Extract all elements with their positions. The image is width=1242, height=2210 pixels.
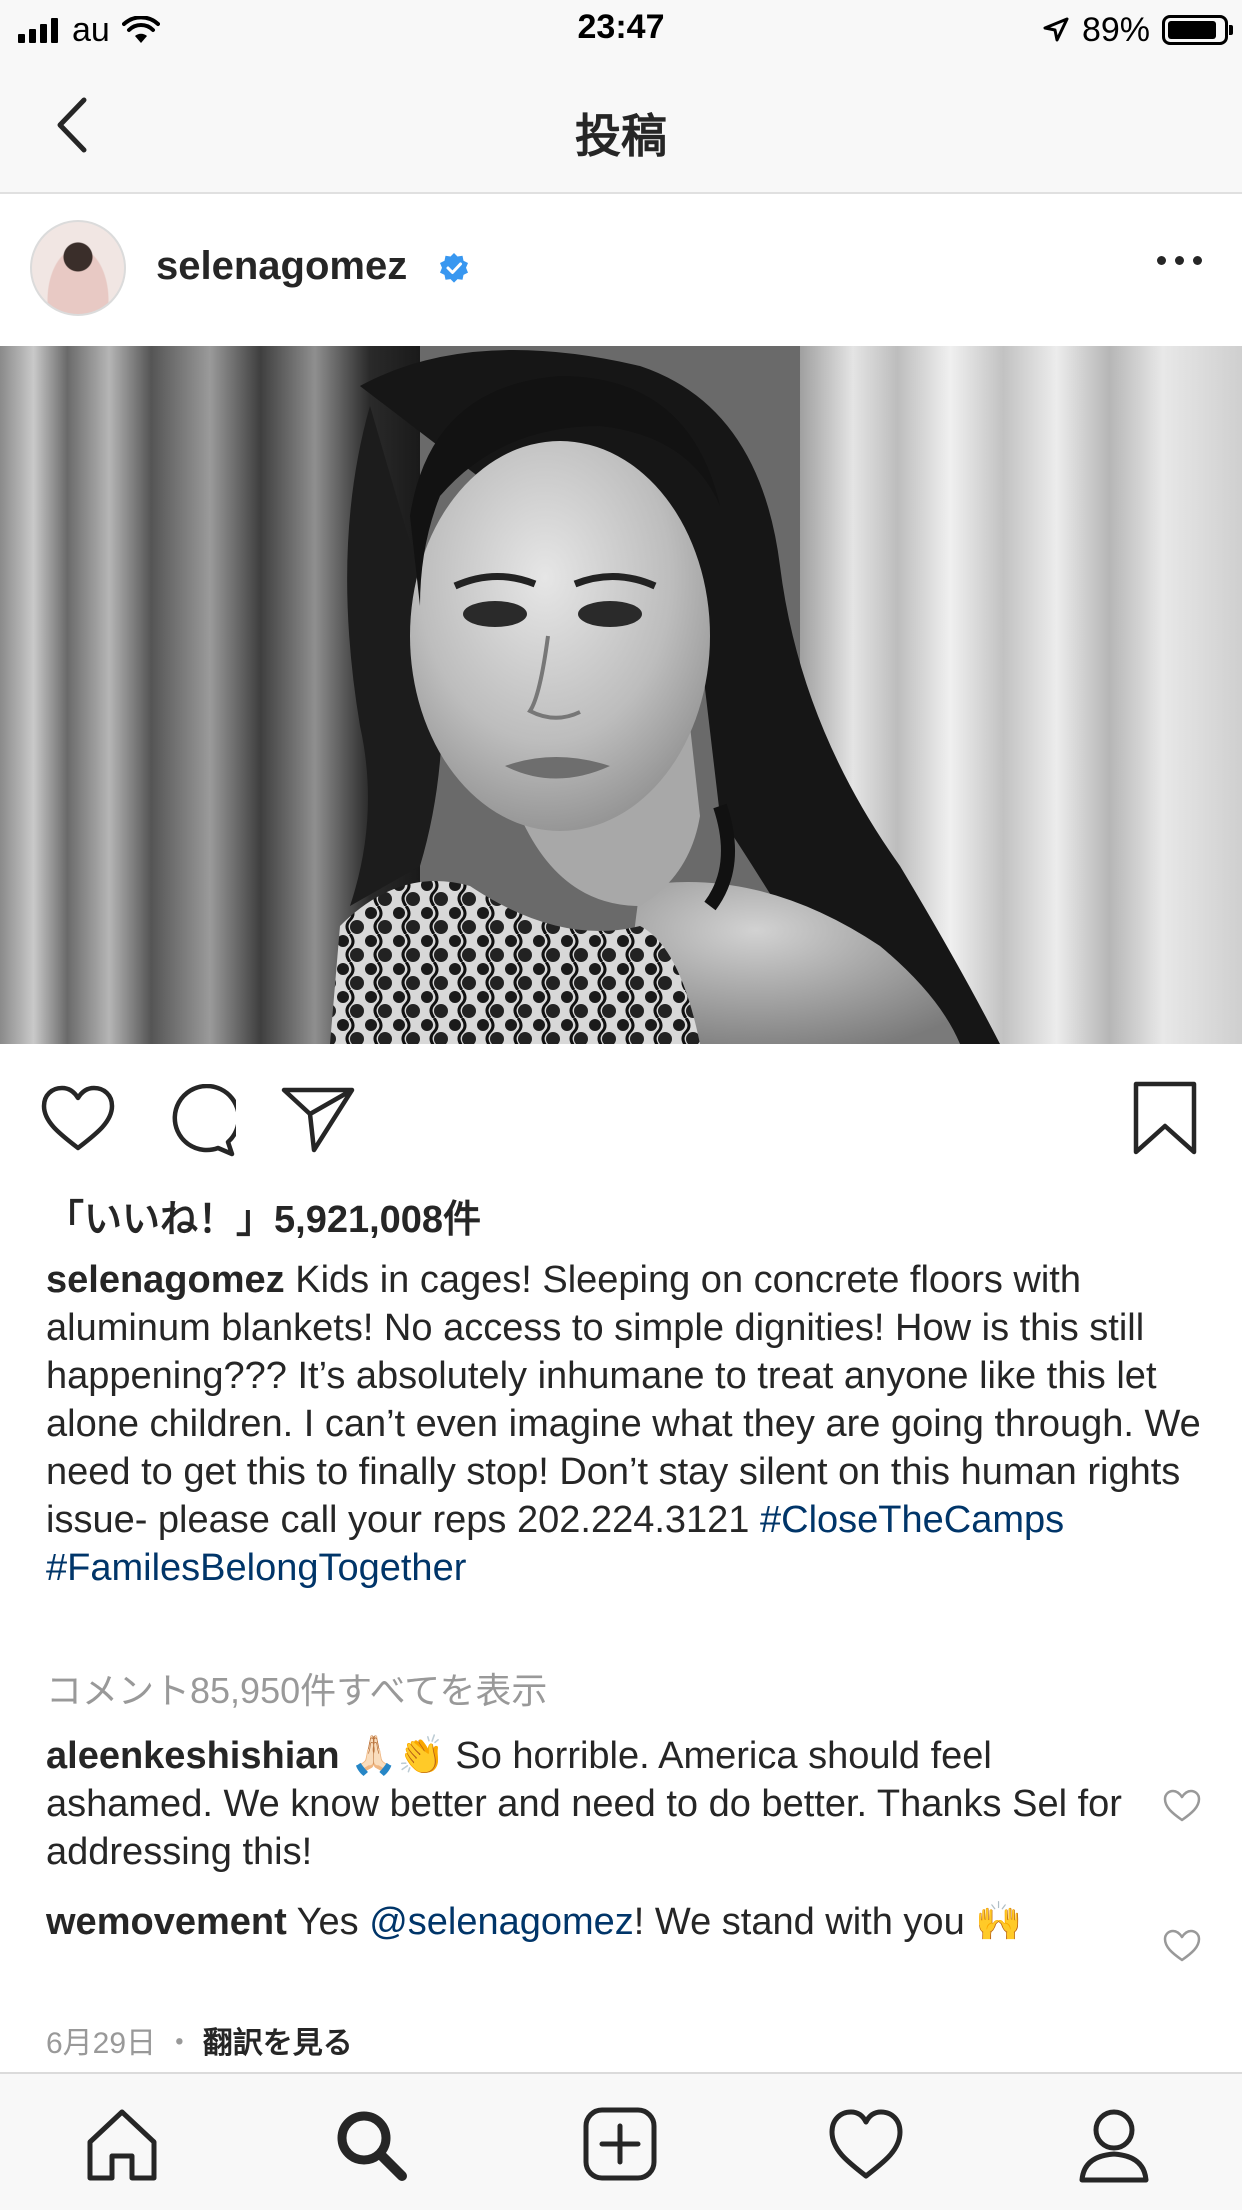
more-options-icon[interactable]: [1157, 256, 1202, 265]
comment-emoji: 🙌: [975, 1901, 1023, 1943]
nav-bar: 投稿: [0, 60, 1242, 194]
page-title: 投稿: [575, 110, 667, 162]
tab-bar: [0, 2072, 1242, 2210]
hashtag-families-belong-together[interactable]: #FamilesBelongTogether: [46, 1547, 466, 1589]
avatar[interactable]: [30, 220, 126, 316]
caption-username[interactable]: selenagomez: [46, 1259, 285, 1301]
view-all-comments-link[interactable]: コメント85,950件すべてを表示: [46, 1662, 547, 1714]
post-username[interactable]: selenagomez: [156, 244, 407, 289]
search-icon[interactable]: [330, 2104, 410, 2184]
translate-link[interactable]: 翻訳を見る: [203, 2027, 353, 2060]
status-right: 89%: [1042, 8, 1233, 52]
profile-icon[interactable]: [1074, 2104, 1154, 2184]
activity-heart-icon[interactable]: [826, 2104, 906, 2184]
comment-item: wemovement Yes @selenagomez! We stand wi…: [46, 1898, 1136, 1946]
comment-username[interactable]: aleenkeshishian: [46, 1735, 340, 1777]
likes-count[interactable]: 「いいね！」5,921,008件: [46, 1188, 481, 1243]
verified-badge-icon: [440, 253, 468, 283]
battery-icon: [1162, 15, 1233, 45]
location-arrow-icon: [1043, 17, 1069, 42]
post-date: 6月29日: [46, 2027, 157, 2060]
comment-item: aleenkeshishian 🙏🏻👏 So horrible. America…: [46, 1732, 1136, 1876]
battery-percent: 89%: [1081, 10, 1150, 49]
comment-icon[interactable]: [162, 1084, 236, 1158]
post-image[interactable]: [0, 346, 1242, 1044]
meta-separator: ・: [164, 2027, 195, 2060]
comment-text-after: ! We stand with you: [633, 1901, 965, 1943]
comment-like-heart-icon[interactable]: [1162, 1928, 1202, 1964]
status-bar: au 23:47 89%: [0, 0, 1242, 60]
battery-fill: [1168, 21, 1217, 39]
post-meta: 6月29日 ・ 翻訳を見る: [46, 2018, 353, 2062]
comment-like-heart-icon[interactable]: [1162, 1788, 1202, 1824]
bookmark-icon[interactable]: [1130, 1080, 1200, 1156]
comment-emoji: 🙏🏻👏: [350, 1735, 445, 1777]
comment-username[interactable]: wemovement: [46, 1901, 287, 1943]
new-post-icon[interactable]: [580, 2104, 660, 2184]
hashtag-close-the-camps[interactable]: #CloseTheCamps: [760, 1499, 1064, 1541]
comment-mention[interactable]: @selenagomez: [369, 1901, 634, 1943]
home-icon[interactable]: [82, 2104, 162, 2184]
post-header: selenagomez: [0, 194, 1242, 346]
action-bar: [0, 1044, 1242, 1194]
heart-icon[interactable]: [40, 1084, 116, 1154]
comment-text: Yes: [296, 1901, 359, 1943]
share-icon[interactable]: [280, 1084, 356, 1154]
caption: selenagomez Kids in cages! Sleeping on c…: [46, 1256, 1206, 1592]
